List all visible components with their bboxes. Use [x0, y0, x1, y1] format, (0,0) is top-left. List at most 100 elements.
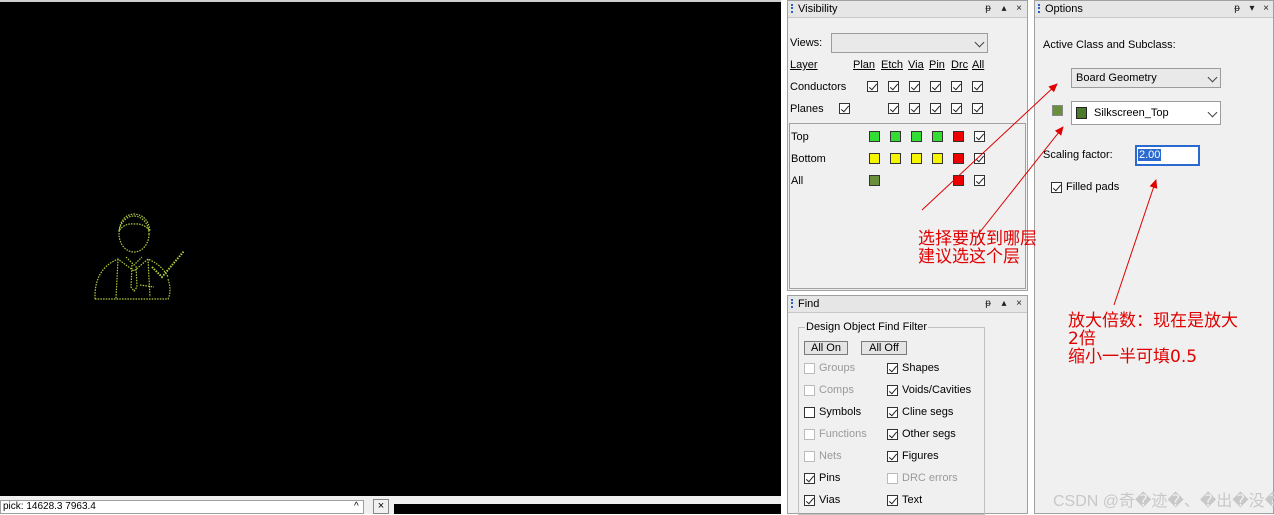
float-icon[interactable]: ▴ — [998, 1, 1010, 17]
planes-plan-checkbox[interactable] — [839, 103, 850, 114]
find-right-drc-errors-checkbox — [887, 473, 898, 484]
col-drc[interactable]: Drc — [951, 59, 968, 71]
options-panel: Options ᵽ ▾ × Active Class and Subclass:… — [1034, 0, 1274, 514]
conductors-pin-checkbox[interactable] — [930, 81, 941, 92]
chevron-down-icon — [1207, 107, 1218, 118]
close-icon[interactable]: × — [1013, 296, 1025, 312]
find-left-pins-checkbox[interactable] — [804, 473, 815, 484]
find-right-voids-cavities-checkbox[interactable] — [887, 385, 898, 396]
float-icon[interactable]: ▾ — [1246, 1, 1258, 17]
find-right-text-checkbox[interactable] — [887, 495, 898, 506]
all-all-checkbox[interactable] — [974, 175, 985, 186]
col-plan[interactable]: Plan — [853, 59, 875, 71]
scroll-up-button[interactable]: ^ — [354, 501, 359, 512]
top-etch-swatch[interactable] — [890, 131, 901, 142]
find-right-shapes-label: Shapes — [902, 362, 940, 374]
planes-pin-checkbox[interactable] — [930, 103, 941, 114]
find-left-nets-checkbox — [804, 451, 815, 462]
find-right-figures-checkbox[interactable] — [887, 451, 898, 462]
col-pin[interactable]: Pin — [929, 59, 945, 71]
design-canvas[interactable] — [0, 0, 781, 496]
conductors-all-checkbox[interactable] — [972, 81, 983, 92]
user-check-symbol-graphic — [94, 213, 185, 300]
active-class-label: Active Class and Subclass: — [1043, 39, 1176, 51]
bottom-all-checkbox[interactable] — [974, 153, 985, 164]
planes-etch-checkbox[interactable] — [888, 103, 899, 114]
find-left-symbols-label: Symbols — [819, 406, 862, 418]
bottom-drc-swatch[interactable] — [953, 153, 964, 164]
find-right-shapes-checkbox[interactable] — [887, 363, 898, 374]
row-conductors-label: Conductors — [790, 81, 847, 93]
all-off-button[interactable]: All Off — [861, 341, 907, 355]
top-via-swatch[interactable] — [911, 131, 922, 142]
scaling-factor-input[interactable]: 2.00 — [1135, 145, 1200, 166]
find-left-vias-checkbox[interactable] — [804, 495, 815, 506]
find-right-cline-segs-checkbox[interactable] — [887, 407, 898, 418]
top-all-checkbox[interactable] — [974, 131, 985, 142]
pin-icon[interactable]: ᵽ — [982, 296, 994, 312]
views-select[interactable] — [831, 33, 988, 53]
conductors-plan-checkbox[interactable] — [867, 81, 878, 92]
planes-drc-checkbox[interactable] — [951, 103, 962, 114]
conductors-via-checkbox[interactable] — [909, 81, 920, 92]
subclass-select[interactable]: Silkscreen_Top — [1071, 101, 1221, 125]
find-left-comps-checkbox — [804, 385, 815, 396]
find-left-functions-checkbox — [804, 429, 815, 440]
command-close-button[interactable]: × — [373, 499, 389, 514]
top-pin-swatch[interactable] — [932, 131, 943, 142]
col-etch[interactable]: Etch — [881, 59, 903, 71]
conductors-drc-checkbox[interactable] — [951, 81, 962, 92]
bottom-via-swatch[interactable] — [911, 153, 922, 164]
options-title: Options — [1045, 3, 1083, 15]
top-plan-swatch[interactable] — [869, 131, 880, 142]
find-right-figures-label: Figures — [902, 450, 939, 462]
status-bar: pick: 14628.3 7963.4 ^ × — [0, 496, 781, 514]
find-left-symbols-checkbox[interactable] — [804, 407, 815, 418]
all-drc-swatch[interactable] — [953, 175, 964, 186]
top-drc-swatch[interactable] — [953, 131, 964, 142]
row-top-label: Top — [791, 131, 809, 143]
visibility-titlebar: Visibility ᵽ ▴ × — [788, 1, 1027, 18]
find-right-cline-segs-label: Cline segs — [902, 406, 954, 418]
find-left-functions-label: Functions — [819, 428, 867, 440]
all-plan-swatch[interactable] — [869, 175, 880, 186]
find-left-groups-label: Groups — [819, 362, 856, 374]
bottom-pin-swatch[interactable] — [932, 153, 943, 164]
scaling-factor-value: 2.00 — [1138, 149, 1162, 161]
close-icon[interactable]: × — [1013, 1, 1025, 17]
class-select[interactable]: Board Geometry — [1071, 68, 1221, 88]
bottom-plan-swatch[interactable] — [869, 153, 880, 164]
filled-pads-checkbox[interactable] — [1051, 182, 1062, 193]
find-left-nets-label: Nets — [819, 450, 842, 462]
col-via[interactable]: Via — [908, 59, 924, 71]
layer-annotation: 选择要放到哪层 建议选这个层 — [918, 229, 1037, 267]
csdn-watermark: CSDN @奇�迹�、�出�没� — [1053, 493, 1274, 510]
planes-all-checkbox[interactable] — [972, 103, 983, 114]
subclass-color-swatch[interactable] — [1052, 105, 1063, 116]
float-icon[interactable]: ▴ — [998, 296, 1010, 312]
find-right-voids-cavities-label: Voids/Cavities — [902, 384, 972, 396]
find-right-other-segs-checkbox[interactable] — [887, 429, 898, 440]
planes-via-checkbox[interactable] — [909, 103, 920, 114]
command-window — [394, 504, 781, 514]
pin-icon[interactable]: ᵽ — [1231, 1, 1243, 17]
col-all[interactable]: All — [972, 59, 984, 71]
row-all-label: All — [791, 175, 804, 187]
row-bottom-label: Bottom — [791, 153, 826, 165]
find-panel: Find ᵽ ▴ × Design Object Find Filter All… — [787, 295, 1028, 515]
conductors-etch-checkbox[interactable] — [888, 81, 899, 92]
filled-pads-label: Filled pads — [1066, 181, 1120, 193]
find-title: Find — [798, 298, 820, 310]
all-on-button[interactable]: All On — [804, 341, 848, 355]
bottom-etch-swatch[interactable] — [890, 153, 901, 164]
find-left-pins-label: Pins — [819, 472, 841, 484]
chevron-down-icon — [974, 37, 985, 48]
pin-icon[interactable]: ᵽ — [982, 1, 994, 17]
find-right-drc-errors-label: DRC errors — [902, 472, 958, 484]
scale-annotation: 放大倍数：现在是放大 2倍 缩小一半可填0.5 — [1068, 311, 1238, 367]
subclass-color-icon — [1076, 107, 1087, 119]
find-left-groups-checkbox — [804, 363, 815, 374]
close-icon[interactable]: × — [1260, 1, 1272, 17]
options-titlebar: Options ᵽ ▾ × — [1035, 1, 1273, 18]
col-layer[interactable]: Layer — [790, 59, 818, 71]
